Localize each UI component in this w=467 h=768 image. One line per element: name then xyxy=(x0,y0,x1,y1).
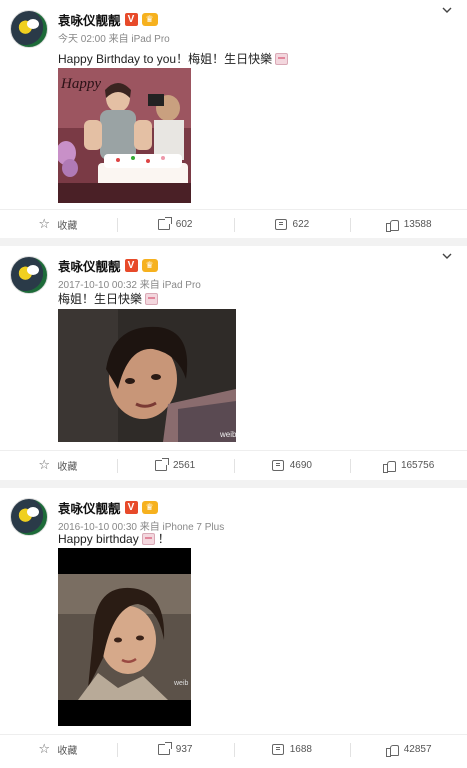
comment-button[interactable]: 1688 xyxy=(233,735,351,764)
author-name[interactable]: 袁咏仪靓靓 xyxy=(58,256,121,275)
comment-count: 1688 xyxy=(289,744,312,755)
post-text-content: 梅姐！生日快樂 xyxy=(58,292,143,306)
comment-icon xyxy=(274,219,287,230)
author-row: 袁咏仪靓靓 V ♛ xyxy=(58,10,158,28)
cake-emoji-icon xyxy=(145,292,159,305)
post-image[interactable]: weib xyxy=(58,548,191,726)
favorite-button[interactable]: 收藏 xyxy=(0,451,117,480)
image-watermark: weib xyxy=(173,680,189,687)
avatar[interactable] xyxy=(10,10,48,48)
verified-icon: V xyxy=(124,12,138,26)
post-text: Happy birthday ！ xyxy=(58,530,170,547)
comment-icon xyxy=(271,744,284,755)
post-text-content: Happy birthday xyxy=(58,531,139,546)
author-row: 袁咏仪靓靓 V ♛ xyxy=(58,498,158,516)
repost-button[interactable]: 2561 xyxy=(116,451,234,480)
post-text: Happy Birthday to you！梅姐！生日快樂 xyxy=(58,50,289,67)
comment-button[interactable]: 4690 xyxy=(233,451,351,480)
comment-button[interactable]: 622 xyxy=(233,210,351,239)
repost-button[interactable]: 937 xyxy=(116,735,234,764)
post-image[interactable]: weibo xyxy=(58,309,236,442)
author-name[interactable]: 袁咏仪靓靓 xyxy=(58,498,121,517)
repost-button[interactable]: 602 xyxy=(116,210,234,239)
vip-crown-icon: ♛ xyxy=(141,12,158,26)
like-count: 13588 xyxy=(403,219,432,230)
thumbs-up-icon xyxy=(385,744,399,757)
repost-count: 2561 xyxy=(173,460,196,471)
favorite-label: 收藏 xyxy=(57,746,78,757)
share-icon xyxy=(157,217,172,230)
verified-icon: V xyxy=(124,500,138,514)
share-icon xyxy=(157,742,172,755)
like-button[interactable]: 13588 xyxy=(350,210,467,239)
thumbs-up-icon xyxy=(385,219,399,232)
like-count: 165756 xyxy=(400,460,435,471)
avatar[interactable] xyxy=(10,498,48,536)
post-text: 梅姐！生日快樂 xyxy=(58,290,159,307)
thumbs-up-icon xyxy=(382,460,396,473)
favorite-button[interactable]: 收藏 xyxy=(0,735,117,764)
author-row: 袁咏仪靓靓 V ♛ xyxy=(58,256,158,274)
post-text-suffix: ！ xyxy=(157,532,170,546)
comment-count: 622 xyxy=(292,219,310,230)
author-name[interactable]: 袁咏仪靓靓 xyxy=(58,10,121,29)
action-bar: 收藏 2561 4690 165756 xyxy=(0,450,467,480)
cake-emoji-icon xyxy=(141,532,155,545)
post-meta: 2017-10-10 00:32 来自 iPad Pro xyxy=(58,280,201,291)
like-button[interactable]: 165756 xyxy=(350,451,467,480)
like-count: 42857 xyxy=(403,744,432,755)
favorite-label: 收藏 xyxy=(57,221,78,232)
favorite-button[interactable]: 收藏 xyxy=(0,210,117,239)
share-icon xyxy=(155,458,169,471)
post-card: 袁咏仪靓靓 V ♛ 今天 02:00 来自 iPad Pro Happy Bir… xyxy=(0,0,467,238)
action-bar: 收藏 602 622 13588 xyxy=(0,209,467,239)
banner-text: Happy xyxy=(60,76,101,92)
post-text-content: Happy Birthday to you！梅姐！生日快樂 xyxy=(58,52,273,66)
repost-count: 602 xyxy=(175,219,193,230)
star-icon xyxy=(38,741,51,757)
comment-icon xyxy=(271,460,284,471)
post-card: 袁咏仪靓靓 V ♛ 2016-10-10 00:30 来自 iPhone 7 P… xyxy=(0,488,467,768)
avatar[interactable] xyxy=(10,256,48,294)
favorite-label: 收藏 xyxy=(57,462,78,473)
like-button[interactable]: 42857 xyxy=(350,735,467,764)
star-icon xyxy=(38,216,51,232)
post-separator xyxy=(0,480,467,488)
vip-crown-icon: ♛ xyxy=(141,258,158,272)
post-image[interactable]: Happy xyxy=(58,68,191,203)
comment-count: 4690 xyxy=(289,460,312,471)
action-bar: 收藏 937 1688 42857 xyxy=(0,734,467,764)
post-meta: 今天 02:00 来自 iPad Pro xyxy=(58,34,170,45)
cake-emoji-icon xyxy=(275,52,289,65)
image-watermark: weibo xyxy=(219,430,236,439)
vip-crown-icon: ♛ xyxy=(141,500,158,514)
chevron-down-icon[interactable] xyxy=(439,4,455,20)
star-icon xyxy=(38,457,51,473)
post-card: 袁咏仪靓靓 V ♛ 2017-10-10 00:32 来自 iPad Pro 梅… xyxy=(0,246,467,480)
post-separator xyxy=(0,238,467,246)
repost-count: 937 xyxy=(175,744,193,755)
chevron-down-icon[interactable] xyxy=(439,250,455,266)
verified-icon: V xyxy=(124,258,138,272)
